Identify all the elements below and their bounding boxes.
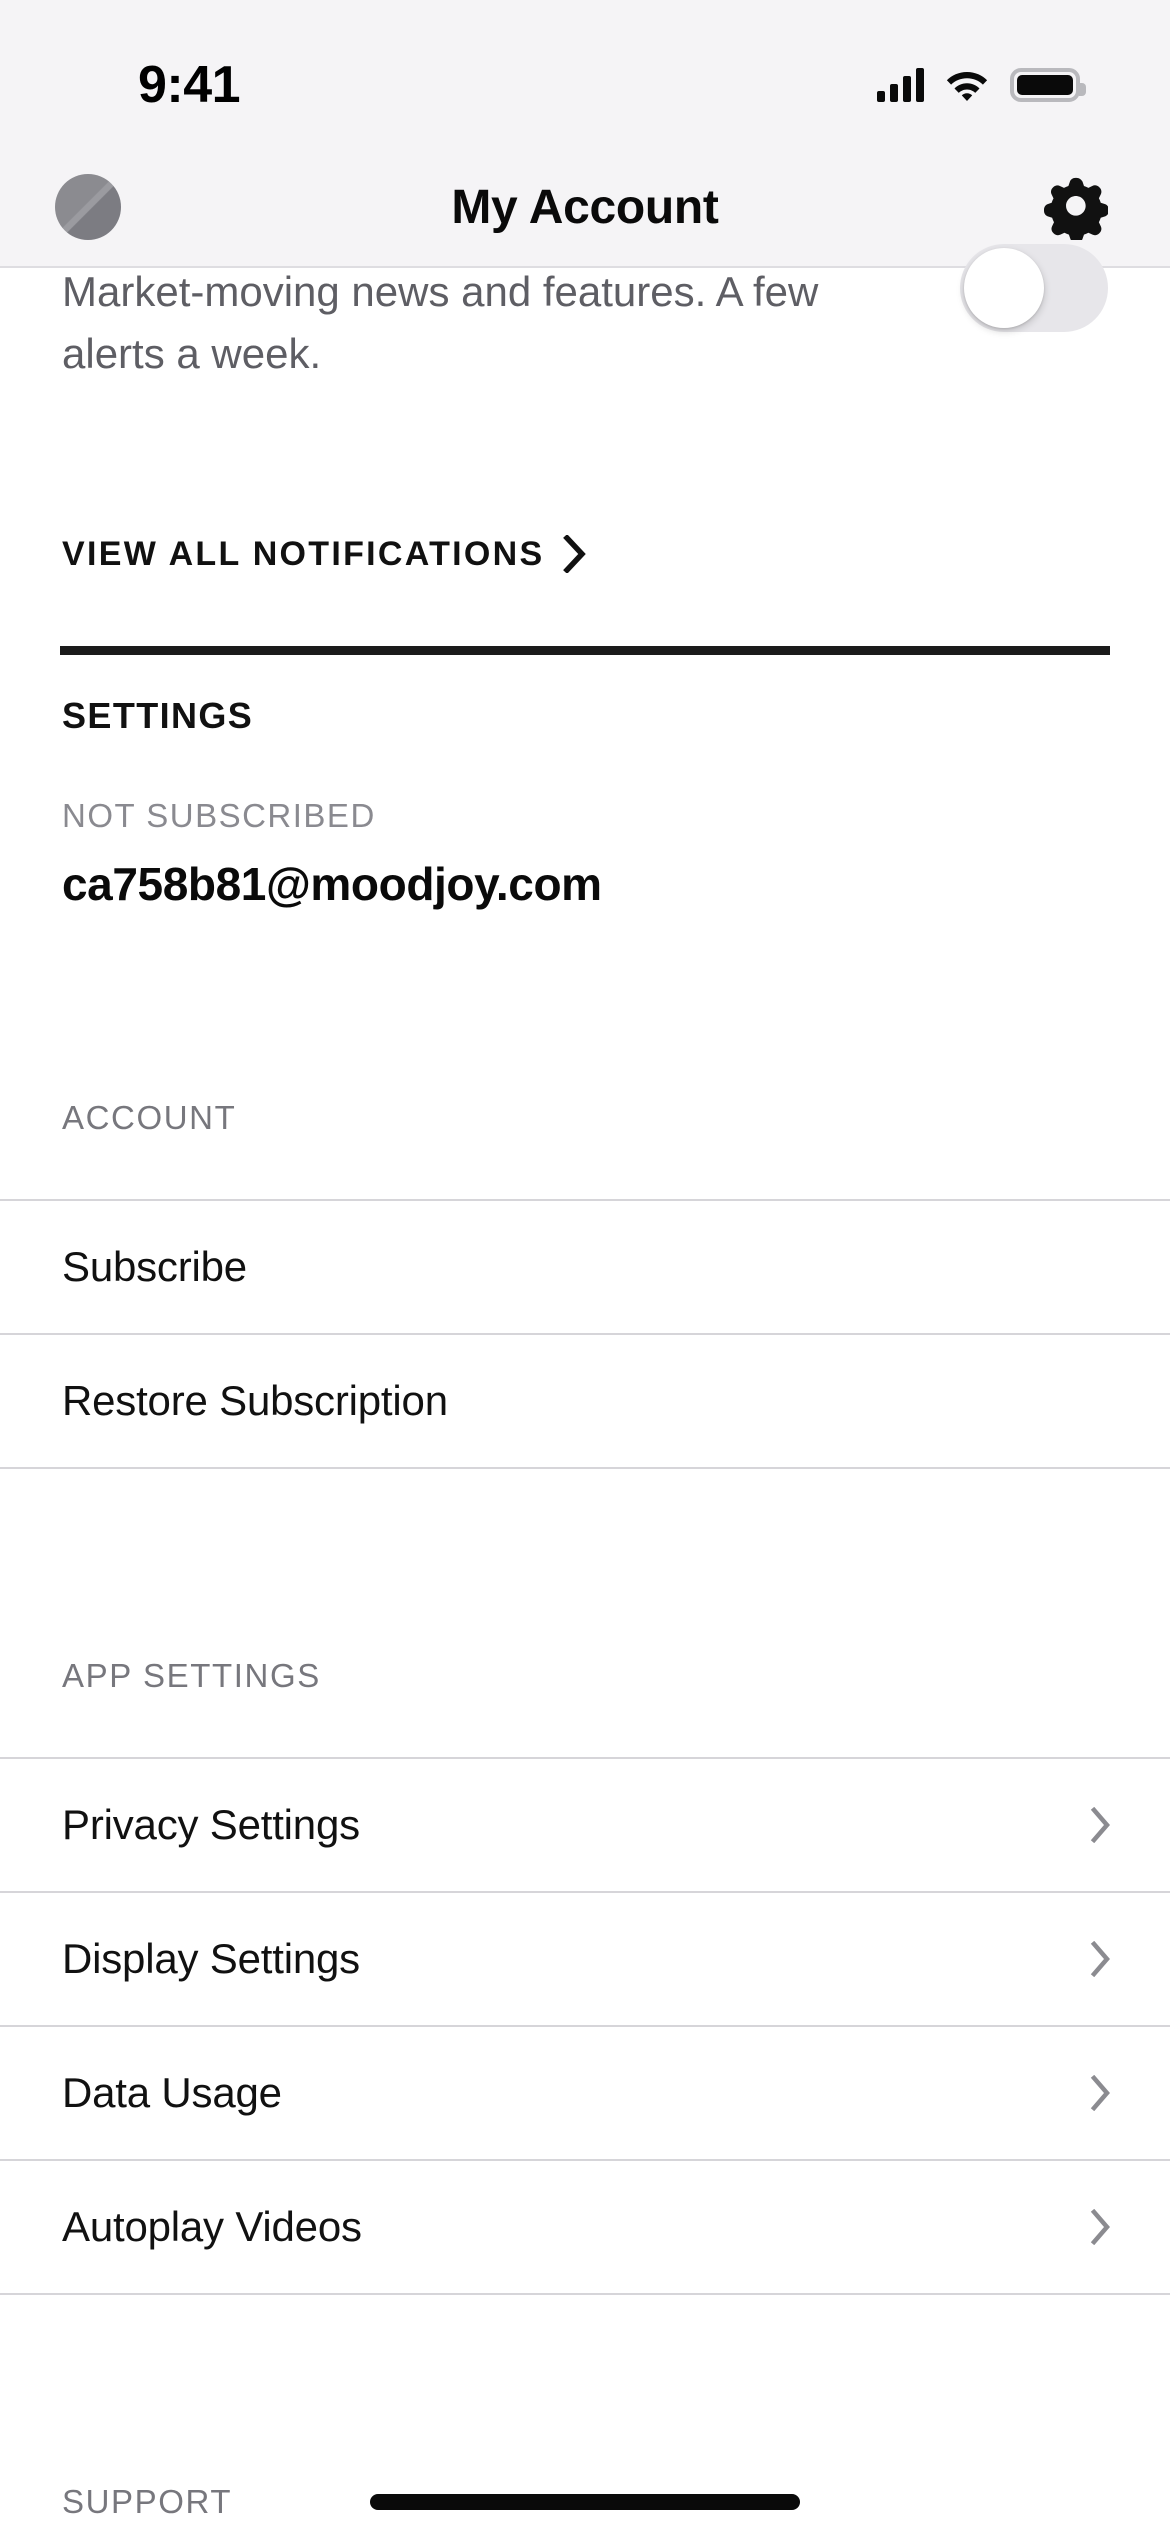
list-item-label: Autoplay Videos — [62, 2203, 362, 2250]
home-indicator — [370, 2494, 800, 2510]
view-all-notifications-label: VIEW ALL NOTIFICATIONS — [62, 534, 545, 573]
wifi-icon — [946, 72, 988, 101]
list-item[interactable]: Data Usage — [0, 2027, 1170, 2161]
subscription-block: NOT SUBSCRIBED ca758b81@moodjoy.com — [0, 737, 1170, 911]
toggle-knob — [964, 248, 1044, 328]
chevron-right-icon — [1090, 1941, 1110, 1977]
notification-preference-row[interactable]: Market-moving news and features. A few a… — [0, 244, 1170, 428]
subscription-status: NOT SUBSCRIBED — [62, 797, 376, 834]
app-settings-rows: Privacy Settings Display Settings Data U… — [0, 1757, 1170, 2295]
view-all-notifications-link[interactable]: VIEW ALL NOTIFICATIONS — [0, 506, 1170, 602]
account-email: ca758b81@moodjoy.com — [62, 858, 602, 910]
list-item[interactable]: Subscribe — [0, 1201, 1170, 1335]
list-item[interactable]: Privacy Settings — [0, 1759, 1170, 1893]
settings-heading: SETTINGS — [62, 695, 254, 736]
phone-screen: 9:41 My Account Market-moving news and f… — [0, 0, 1170, 2532]
section-divider — [60, 646, 1110, 655]
notification-description: Market-moving news and features. A few a… — [62, 268, 819, 377]
gear-icon[interactable] — [1044, 176, 1108, 240]
list-item-label: Data Usage — [62, 2069, 282, 2116]
chevron-right-icon — [1090, 2209, 1110, 2245]
chevron-right-icon — [1090, 2075, 1110, 2111]
group-heading-app-settings: APP SETTINGS — [62, 1657, 321, 1694]
list-item-label: Display Settings — [62, 1935, 360, 1982]
list-item[interactable]: Restore Subscription — [0, 1335, 1170, 1469]
list-item[interactable]: Autoplay Videos — [0, 2161, 1170, 2295]
account-rows: Subscribe Restore Subscription — [0, 1199, 1170, 1469]
list-item-label: Privacy Settings — [62, 1801, 360, 1848]
settings-scroll-content[interactable]: Market-moving news and features. A few a… — [0, 244, 1170, 2532]
list-item-label: Restore Subscription — [62, 1377, 448, 1424]
chevron-right-icon — [562, 535, 586, 573]
list-item-label: Subscribe — [62, 1243, 247, 1290]
chevron-right-icon — [1090, 1807, 1110, 1843]
status-bar: 9:41 — [0, 0, 1170, 148]
status-bar-time: 9:41 — [138, 56, 241, 114]
list-item[interactable]: Display Settings — [0, 1893, 1170, 2027]
battery-full-icon — [1010, 68, 1086, 102]
cellular-bars-icon — [877, 68, 924, 102]
group-heading-account: ACCOUNT — [62, 1099, 237, 1136]
page-title: My Account — [451, 180, 719, 234]
status-bar-icons — [877, 68, 1086, 102]
notification-toggle[interactable] — [960, 244, 1108, 332]
